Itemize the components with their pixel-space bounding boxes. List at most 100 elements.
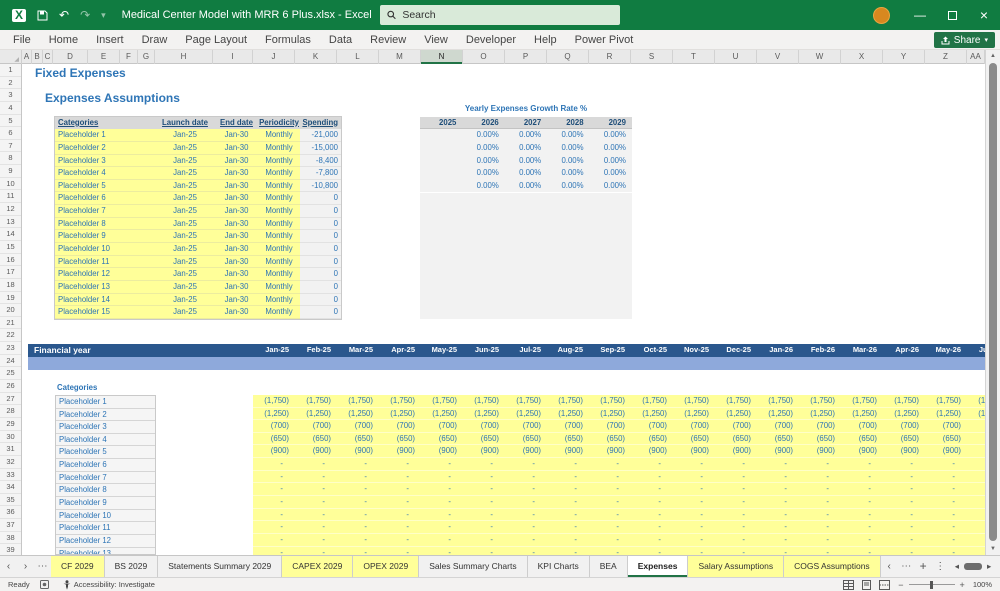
cell-periodicity[interactable]: Monthly	[258, 256, 300, 269]
category-cell[interactable]: Placeholder 9	[56, 497, 155, 510]
monthly-value-cell[interactable]: (650)	[253, 433, 295, 445]
monthly-value-cell[interactable]: -	[925, 547, 967, 555]
monthly-value-cell[interactable]: -	[505, 471, 547, 483]
row-header-1[interactable]: 1	[0, 64, 21, 77]
monthly-value-cell[interactable]: -	[925, 496, 967, 508]
cell-spending[interactable]: -15,000	[300, 142, 341, 155]
monthly-value-cell[interactable]: (700)	[673, 420, 715, 432]
monthly-value-cell[interactable]: -	[715, 483, 757, 495]
cell-spending[interactable]: 0	[300, 306, 341, 319]
monthly-value-cell[interactable]: (650)	[715, 433, 757, 445]
worksheet-grid[interactable]: 1234567891011121314151617181920212223242…	[0, 64, 985, 555]
cell-end-date[interactable]: Jan-30	[215, 155, 258, 168]
cell-spending[interactable]: 0	[300, 268, 341, 281]
ribbon-tab-draw[interactable]: Draw	[133, 30, 177, 50]
monthly-value-cell[interactable]: (650)	[883, 433, 925, 445]
zoom-in-icon[interactable]: +	[960, 580, 965, 590]
monthly-value-cell[interactable]: (1,250)	[631, 408, 673, 420]
row-header-19[interactable]: 19	[0, 292, 21, 305]
cell-spending[interactable]: 0	[300, 256, 341, 269]
cell-spending[interactable]: 0	[300, 192, 341, 205]
row-header-11[interactable]: 11	[0, 190, 21, 203]
growth-cell[interactable]: 0.00%	[590, 142, 632, 155]
sheet-tab-cogs-assumptions[interactable]: COGS Assumptions	[784, 556, 881, 577]
row-header-22[interactable]: 22	[0, 329, 21, 342]
growth-cell[interactable]: 0.00%	[505, 180, 547, 193]
cell-end-date[interactable]: Jan-30	[215, 218, 258, 231]
cell-end-date[interactable]: Jan-30	[215, 256, 258, 269]
monthly-value-cell[interactable]: -	[883, 547, 925, 555]
monthly-value-cell[interactable]: (650)	[631, 433, 673, 445]
monthly-value-cell[interactable]: (700)	[253, 420, 295, 432]
row-header-8[interactable]: 8	[0, 152, 21, 165]
monthly-value-cell[interactable]: -	[757, 496, 799, 508]
column-header-AA[interactable]: AA	[967, 50, 985, 64]
cell-category[interactable]: Placeholder 2	[55, 142, 155, 155]
page-layout-view-icon[interactable]	[861, 580, 872, 590]
monthly-value-cell[interactable]: -	[967, 483, 985, 495]
growth-cell[interactable]: 0.00%	[547, 155, 589, 168]
row-header-24[interactable]: 24	[0, 355, 21, 368]
monthly-value-cell[interactable]: (900)	[421, 445, 463, 457]
row-header-9[interactable]: 9	[0, 165, 21, 178]
cell-periodicity[interactable]: Monthly	[258, 281, 300, 294]
growth-table-title[interactable]: Yearly Expenses Growth Rate %	[420, 104, 632, 113]
sheet-tab-opex-2029[interactable]: OPEX 2029	[353, 556, 419, 577]
monthly-value-cell[interactable]: -	[589, 483, 631, 495]
hscroll-right-icon[interactable]: ▸	[987, 561, 991, 572]
monthly-value-cell[interactable]: (900)	[589, 445, 631, 457]
monthly-value-cell[interactable]: (1,250)	[421, 408, 463, 420]
row-header-32[interactable]: 32	[0, 456, 21, 469]
monthly-value-cell[interactable]: (1,250)	[589, 408, 631, 420]
category-cell[interactable]: Placeholder 13	[56, 548, 155, 555]
growth-cell[interactable]	[420, 129, 462, 142]
monthly-value-cell[interactable]: -	[379, 534, 421, 546]
monthly-value-cell[interactable]: -	[295, 483, 337, 495]
monthly-value-cell[interactable]: -	[463, 496, 505, 508]
monthly-value-cell[interactable]: -	[295, 534, 337, 546]
monthly-value-cell[interactable]: -	[841, 471, 883, 483]
monthly-value-cell[interactable]: -	[547, 509, 589, 521]
cell-periodicity[interactable]: Monthly	[258, 180, 300, 193]
cell-spending[interactable]: 0	[300, 294, 341, 307]
sheet-tab-sales-summary-charts[interactable]: Sales Summary Charts	[419, 556, 527, 577]
monthly-value-cell[interactable]: -	[631, 483, 673, 495]
monthly-value-cell[interactable]: (900)	[337, 445, 379, 457]
monthly-value-cell[interactable]: -	[883, 458, 925, 470]
monthly-value-cell[interactable]: -	[505, 509, 547, 521]
cell-category[interactable]: Placeholder 1	[55, 129, 155, 142]
monthly-value-cell[interactable]: (650)	[967, 433, 985, 445]
cell-periodicity[interactable]: Monthly	[258, 205, 300, 218]
monthly-value-cell[interactable]: (1,750)	[421, 395, 463, 407]
monthly-value-cell[interactable]: -	[715, 509, 757, 521]
excel-app-icon[interactable]: X	[12, 9, 26, 22]
monthly-value-cell[interactable]: -	[337, 483, 379, 495]
monthly-value-cell[interactable]: -	[547, 547, 589, 555]
categories-label[interactable]: Categories	[57, 383, 97, 392]
monthly-value-cell[interactable]: (1,250)	[841, 408, 883, 420]
monthly-value-cell[interactable]: (900)	[547, 445, 589, 457]
cell-launch-date[interactable]: Jan-25	[155, 129, 215, 142]
growth-cell[interactable]: 0.00%	[590, 155, 632, 168]
row-header-3[interactable]: 3	[0, 89, 21, 102]
sheet-tab-bs-2029[interactable]: BS 2029	[105, 556, 159, 577]
accessibility-status[interactable]: Accessibility: Investigate	[63, 580, 155, 590]
category-cell[interactable]: Placeholder 5	[56, 446, 155, 459]
monthly-value-cell[interactable]: (900)	[883, 445, 925, 457]
monthly-value-cell[interactable]: (700)	[421, 420, 463, 432]
growth-cell[interactable]: 0.00%	[590, 129, 632, 142]
monthly-value-cell[interactable]: (1,250)	[925, 408, 967, 420]
monthly-value-cell[interactable]: (1,750)	[673, 395, 715, 407]
column-header-G[interactable]: G	[138, 50, 155, 64]
monthly-value-cell[interactable]: (1,250)	[757, 408, 799, 420]
monthly-value-cell[interactable]: (650)	[337, 433, 379, 445]
monthly-value-cell[interactable]: (1,750)	[757, 395, 799, 407]
column-header-H[interactable]: H	[155, 50, 213, 64]
cell-end-date[interactable]: Jan-30	[215, 167, 258, 180]
vertical-scrollbar-thumb[interactable]	[989, 63, 997, 541]
monthly-value-cell[interactable]: -	[505, 483, 547, 495]
monthly-value-cell[interactable]: -	[631, 509, 673, 521]
zoom-out-icon[interactable]: −	[898, 580, 903, 590]
row-header-26[interactable]: 26	[0, 380, 21, 393]
cell-launch-date[interactable]: Jan-25	[155, 268, 215, 281]
